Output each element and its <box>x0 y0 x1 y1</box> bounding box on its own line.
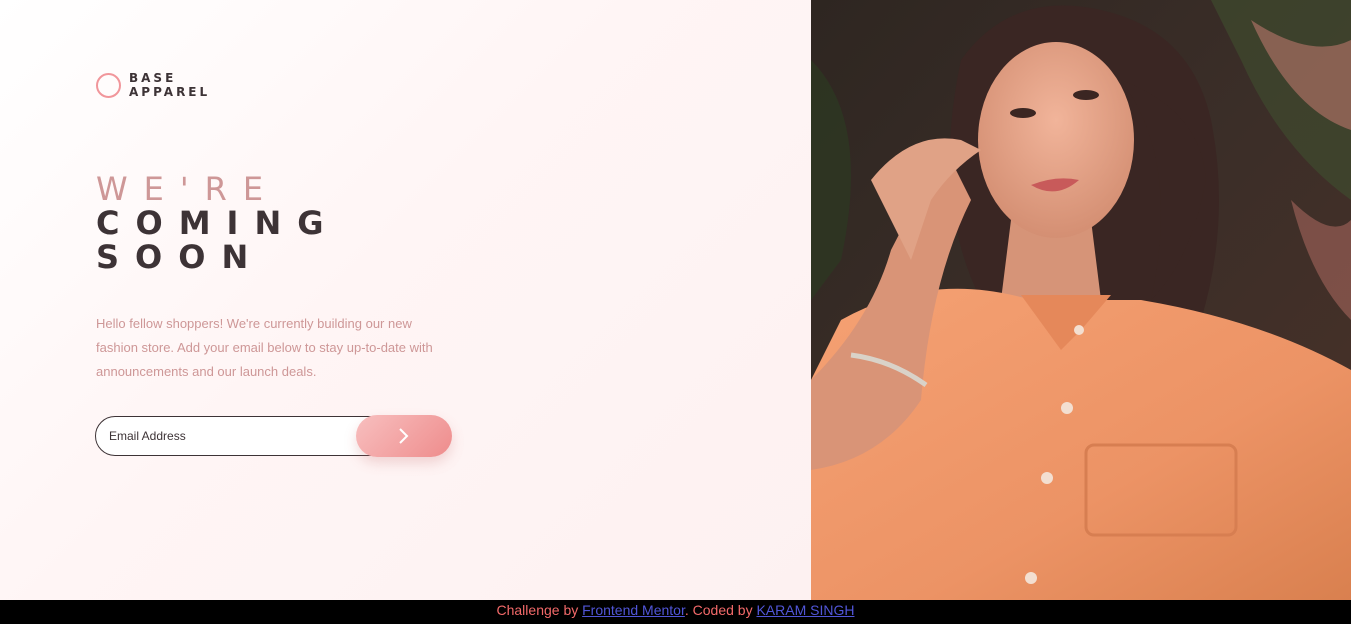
email-input[interactable] <box>95 416 395 456</box>
attribution-footer: Challenge by Frontend Mentor. Coded by K… <box>0 600 1351 624</box>
hero-image <box>811 0 1351 600</box>
author-link[interactable]: KARAM SINGH <box>756 602 854 618</box>
headline-line3: SOON <box>96 238 265 276</box>
logo-circle-icon <box>96 72 121 98</box>
headline-light: WE'RE <box>96 170 280 208</box>
email-signup-form <box>95 415 452 457</box>
logo-text: BASE APPAREL <box>129 71 210 99</box>
logo-line1: BASE <box>129 71 177 85</box>
woman-photo-illustration <box>811 0 1351 600</box>
chevron-right-icon <box>399 428 409 444</box>
brand-logo[interactable]: BASE APPAREL <box>96 71 210 99</box>
submit-button[interactable] <box>356 415 452 457</box>
logo-line2: APPAREL <box>129 85 211 99</box>
content-panel: BASE APPAREL WE'RE COMING SOON Hello fel… <box>0 0 811 600</box>
footer-middle: . Coded by <box>684 602 757 618</box>
page-headline: WE'RE COMING SOON <box>96 172 339 274</box>
footer-prefix: Challenge by <box>496 602 583 618</box>
headline-line2: COMING <box>96 204 340 242</box>
frontend-mentor-link[interactable]: Frontend Mentor <box>582 602 685 618</box>
intro-text: Hello fellow shoppers! We're currently b… <box>96 316 433 379</box>
